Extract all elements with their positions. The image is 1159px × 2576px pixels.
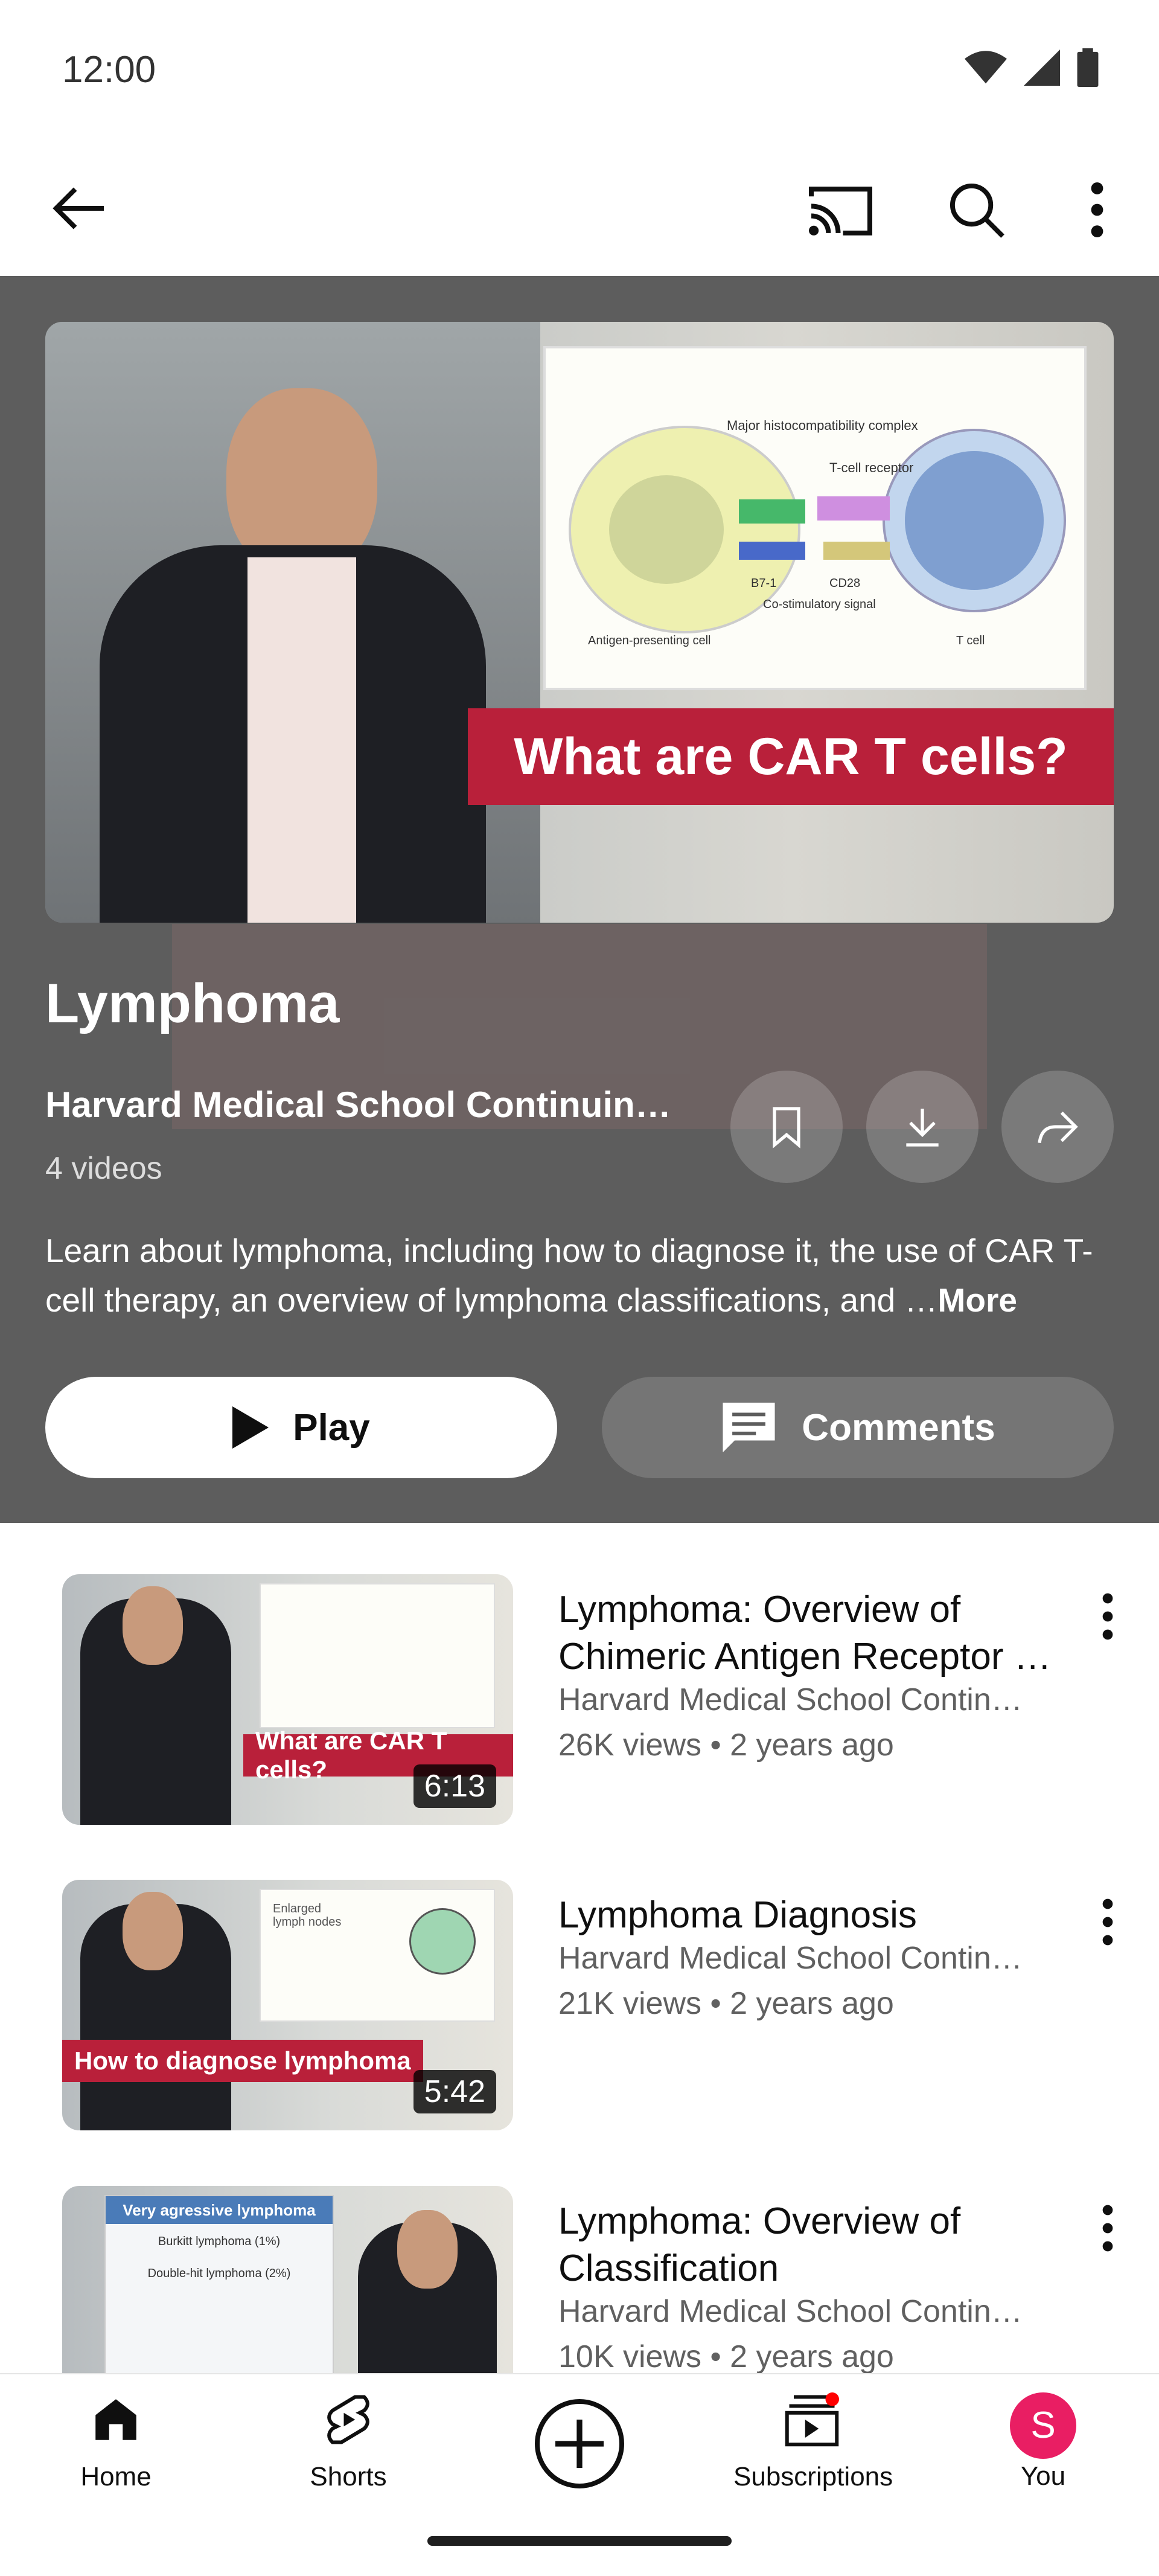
duration-badge: 5:42 (413, 2070, 496, 2113)
download-button[interactable] (866, 1071, 979, 1183)
diagram-label-cd28: CD28 (829, 577, 860, 590)
cast-icon[interactable] (809, 184, 872, 235)
diagram-label-mhc: Major histocompatibility complex (727, 418, 918, 433)
bookmark-icon (773, 1107, 800, 1149)
thumb-line-2: Double-hit lymphoma (2%) (147, 2267, 291, 2280)
more-link[interactable]: More (938, 1281, 1017, 1319)
diagram-label-apc: Antigen-presenting cell (588, 634, 710, 647)
video-thumbnail[interactable]: What are CAR T cells? 6:13 (62, 1574, 513, 1825)
shorts-icon (327, 2395, 369, 2444)
video-meta: 26K views • 2 years ago (558, 1728, 894, 1763)
signal-icon (1024, 50, 1060, 86)
nav-home[interactable]: Home (37, 2392, 194, 2492)
play-button[interactable]: Play (45, 1377, 557, 1478)
battery-icon (1077, 48, 1099, 87)
video-meta: 21K views • 2 years ago (558, 1986, 894, 2021)
gesture-bar (427, 2536, 732, 2546)
share-button[interactable] (1001, 1071, 1114, 1183)
diagram-label-tcell: T cell (956, 634, 985, 647)
save-button[interactable] (730, 1071, 843, 1183)
thumbnail-banner: What are CAR T cells? (468, 708, 1114, 805)
video-channel: Harvard Medical School Contin… (558, 1682, 1023, 1717)
nav-shorts-label: Shorts (310, 2462, 387, 2491)
video-channel: Harvard Medical School Contin… (558, 2294, 1023, 2329)
play-label: Play (293, 1406, 370, 1449)
description-text: Learn about lymphoma, including how to d… (45, 1232, 1093, 1319)
thumb-label: Enlarged lymph nodes (273, 1902, 342, 1929)
video-more-icon[interactable] (1096, 1592, 1120, 1641)
comments-button[interactable]: Comments (602, 1377, 1114, 1478)
wifi-icon (965, 51, 1007, 84)
channel-name[interactable]: Harvard Medical School Continuin… (45, 1084, 685, 1126)
subscriptions-icon (785, 2392, 839, 2447)
playlist-thumbnail[interactable]: Major histocompatibility complex T-cell … (45, 322, 1114, 923)
video-more-icon[interactable] (1096, 2204, 1120, 2252)
diagram-image: Major histocompatibility complex T-cell … (543, 346, 1087, 690)
nav-you-label: You (1020, 2461, 1066, 2491)
video-meta: 10K views • 2 years ago (558, 2339, 894, 2374)
playlist-title: Lymphoma (45, 973, 340, 1034)
nav-you[interactable]: S You (965, 2392, 1122, 2491)
create-plus-icon (535, 2399, 624, 2488)
comments-label: Comments (802, 1406, 995, 1449)
status-bar: 12:00 (0, 0, 1159, 142)
avatar: S (1010, 2392, 1076, 2459)
presenter-image (45, 322, 540, 923)
home-icon (95, 2399, 136, 2440)
list-item[interactable]: Enlarged lymph nodes How to diagnose lym… (0, 1880, 1159, 2139)
duration-badge: 6:13 (413, 1764, 496, 1808)
nav-shorts[interactable]: Shorts (270, 2392, 427, 2492)
video-title: Lymphoma Diagnosis (558, 1894, 917, 1936)
playlist-description[interactable]: Learn about lymphoma, including how to d… (45, 1226, 1108, 1325)
list-item[interactable]: What are CAR T cells? 6:13 Lymphoma: Ove… (0, 1574, 1159, 1834)
thumb-header: Very agressive lymphoma (106, 2196, 333, 2224)
nav-create[interactable] (501, 2395, 658, 2499)
video-title: Lymphoma: Overview of Classification (558, 2200, 961, 2289)
video-channel: Harvard Medical School Contin… (558, 1941, 1023, 1976)
thumb-banner: How to diagnose lymphoma (62, 2040, 423, 2082)
nav-subscriptions[interactable]: Subscriptions (733, 2392, 893, 2492)
comment-icon (723, 1402, 775, 1453)
video-thumbnail[interactable]: Enlarged lymph nodes How to diagnose lym… (62, 1880, 513, 2130)
nav-home-label: Home (80, 2462, 152, 2491)
app-bar (0, 142, 1159, 276)
back-arrow-icon[interactable] (51, 184, 109, 232)
diagram-label-tcr: T-cell receptor (829, 460, 913, 475)
status-icons (965, 48, 1099, 87)
nav-subscriptions-label: Subscriptions (733, 2462, 893, 2491)
diagram-label-b71: B7-1 (751, 577, 776, 590)
diagram-label-costim: Co-stimulatory signal (763, 598, 876, 611)
search-icon[interactable] (948, 181, 1005, 239)
video-more-icon[interactable] (1096, 1898, 1120, 1946)
more-options-icon[interactable] (1087, 181, 1108, 239)
download-icon (906, 1109, 939, 1147)
status-time: 12:00 (62, 49, 156, 91)
video-count: 4 videos (45, 1151, 162, 1186)
share-icon (1038, 1111, 1078, 1144)
video-title: Lymphoma: Overview of Chimeric Antigen R… (558, 1589, 1052, 1677)
play-icon (232, 1406, 269, 1449)
thumb-line-1: Burkitt lymphoma (1%) (158, 2235, 281, 2248)
